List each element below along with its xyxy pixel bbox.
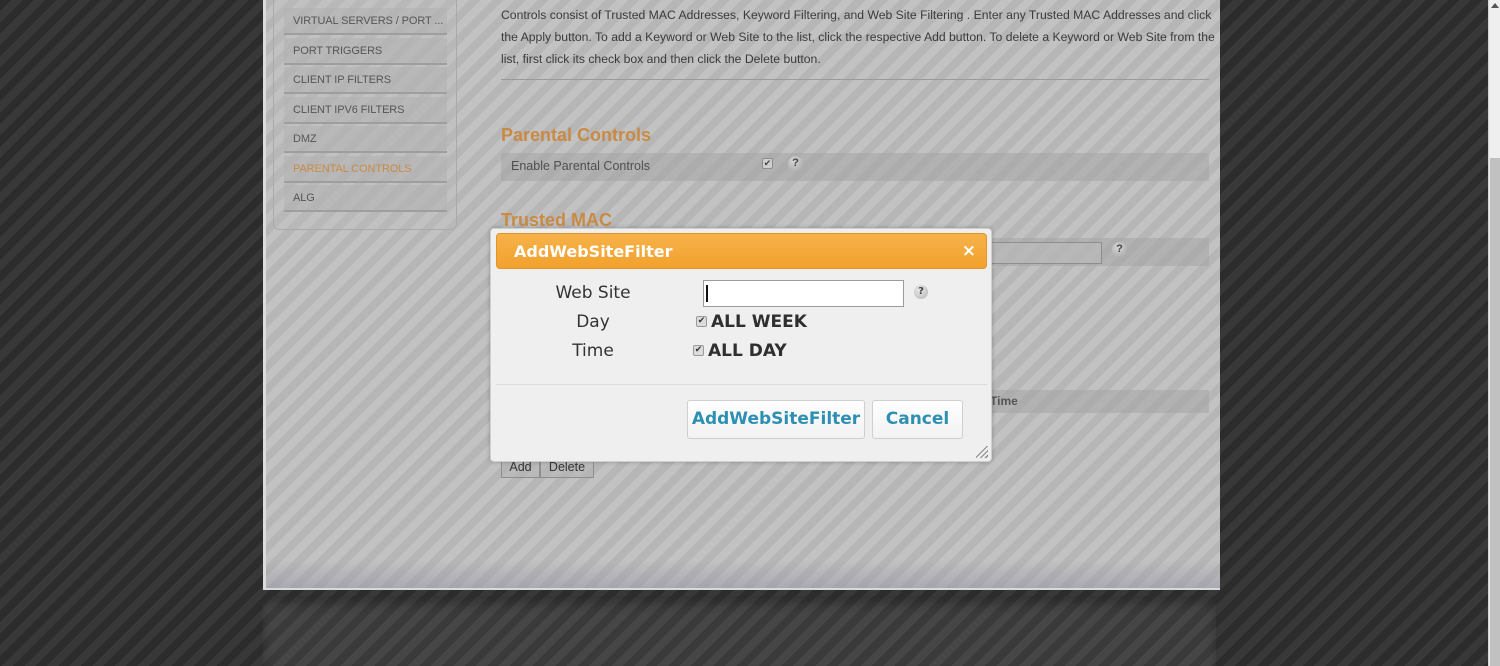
all-week-label: ALL WEEK: [711, 312, 807, 332]
enable-parental-controls-checkbox[interactable]: ✔: [762, 158, 773, 169]
help-icon[interactable]: ?: [914, 285, 928, 299]
help-icon[interactable]: ?: [788, 156, 803, 171]
sidebar-item-port-triggers[interactable]: PORT TRIGGERS: [284, 38, 447, 65]
sidebar-item-virtual-servers[interactable]: VIRTUAL SERVERS / PORT ...: [284, 8, 447, 35]
dialog-title: AddWebSiteFilter: [514, 242, 673, 261]
all-day-checkbox[interactable]: ✔: [693, 345, 704, 356]
web-site-input[interactable]: [703, 280, 904, 307]
dialog-divider: [496, 384, 987, 385]
sidebar-item-client-ip-filters[interactable]: CLIENT IP FILTERS: [284, 67, 447, 94]
section-title-parental-controls: Parental Controls: [501, 125, 652, 145]
add-website-filter-button[interactable]: AddWebSiteFilter: [687, 400, 865, 439]
sidebar-nav: VIRTUAL SERVERS / PORT ... PORT TRIGGERS…: [273, 0, 457, 230]
all-day-label: ALL DAY: [708, 341, 787, 361]
day-label: Day: [576, 312, 610, 332]
enable-parental-controls-row: Enable Parental Controls ✔ ?: [501, 153, 1209, 181]
all-week-checkbox[interactable]: ✔: [696, 316, 707, 327]
help-icon[interactable]: ?: [1112, 242, 1127, 257]
panel-bottom-shade: [266, 560, 1220, 590]
web-site-label: Web Site: [555, 283, 631, 303]
add-website-filter-dialog: AddWebSiteFilter × Web Site ? Day ✔ ALL …: [490, 228, 992, 462]
scroll-up-arrow-icon[interactable]: [1491, 3, 1499, 8]
page-description: Controls consist of Trusted MAC Addresse…: [501, 8, 1215, 66]
close-icon[interactable]: ×: [962, 242, 976, 260]
text-caret: [706, 285, 708, 302]
resize-handle-icon[interactable]: [976, 446, 988, 458]
page-scrollbar[interactable]: [1488, 0, 1500, 666]
page-footer: [263, 596, 1216, 666]
sidebar-item-dmz[interactable]: DMZ: [284, 126, 447, 153]
column-header-time: Time: [990, 394, 1018, 408]
sidebar-item-client-ipv6-filters[interactable]: CLIENT IPV6 FILTERS: [284, 97, 447, 124]
enable-parental-controls-label: Enable Parental Controls: [511, 159, 650, 173]
divider: [501, 79, 1209, 80]
scrollbar-thumb[interactable]: [1490, 158, 1500, 666]
sidebar-item-parental-controls[interactable]: PARENTAL CONTROLS: [284, 156, 447, 183]
sidebar-item-alg[interactable]: ALG: [284, 185, 447, 212]
time-label: Time: [572, 341, 614, 361]
dialog-titlebar[interactable]: AddWebSiteFilter ×: [496, 233, 987, 269]
cancel-button[interactable]: Cancel: [872, 400, 963, 439]
trusted-mac-input[interactable]: [990, 242, 1102, 264]
